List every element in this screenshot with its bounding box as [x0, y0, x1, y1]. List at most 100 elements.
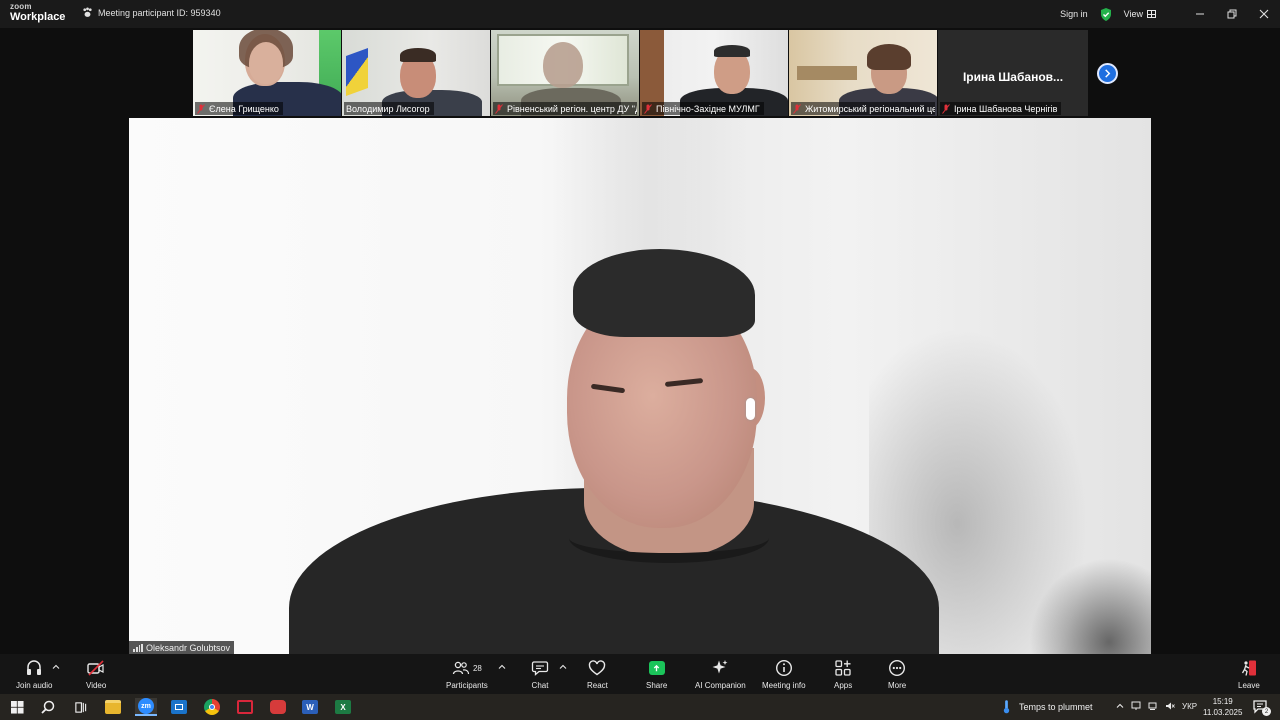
participants-button[interactable]: 28 Participants: [446, 658, 488, 690]
speaker-hair: [573, 249, 755, 337]
next-page-button[interactable]: [1097, 63, 1118, 84]
active-speaker-name-tag: Oleksandr Golubtsov: [129, 641, 235, 654]
earbud: [746, 398, 755, 420]
participant-face: [249, 42, 283, 84]
muted-mic-icon: [793, 103, 801, 114]
close-button[interactable]: [1248, 0, 1280, 28]
participant-name-tag: Житомирський регіональний це...: [791, 102, 935, 115]
participant-tile[interactable]: Ірина Шабанов... Ірина Шабанова Чернігів: [938, 30, 1088, 116]
participant-name: Рівненський регіон. центр ДУ "Д: [507, 103, 637, 114]
clock-date: 11.03.2025: [1203, 708, 1243, 717]
view-button[interactable]: View: [1124, 9, 1156, 19]
shield-check-icon[interactable]: [1100, 7, 1112, 21]
screenshot-icon: [237, 700, 253, 714]
restore-button[interactable]: [1216, 0, 1248, 28]
sparkle-icon: [712, 660, 728, 674]
share-label: Share: [646, 681, 668, 690]
start-button[interactable]: [8, 698, 26, 716]
view-label: View: [1123, 9, 1143, 19]
apps-button[interactable]: Apps: [834, 658, 852, 690]
participant-face: [543, 42, 583, 88]
apps-label: Apps: [834, 681, 853, 690]
meeting-info-label: Meeting info: [762, 681, 806, 690]
participant-name-tag: Володимир Лисогор: [344, 102, 434, 115]
participants-options-caret-icon[interactable]: [498, 663, 506, 671]
headphones-icon: [27, 660, 42, 675]
participant-tile[interactable]: Рівненський регіон. центр ДУ "Д: [491, 30, 639, 116]
taskbar-app-other[interactable]: [269, 698, 287, 716]
windows-logo-icon: [10, 700, 24, 714]
participant-name: Північно-Західне МУЛМГ: [656, 103, 760, 114]
logo-zoom-text: zoom: [10, 2, 32, 11]
taskbar-app-outlook[interactable]: [170, 698, 188, 716]
video-button[interactable]: Video: [86, 658, 106, 690]
search-button[interactable]: [39, 698, 57, 716]
thermometer-icon: [1003, 700, 1010, 714]
minimize-button[interactable]: [1184, 0, 1216, 28]
participant-hair: [714, 45, 750, 57]
participants-label: Participants: [446, 681, 488, 690]
participant-tile[interactable]: Володимир Лисогор: [342, 30, 490, 116]
show-hidden-icons-chevron-icon[interactable]: [1116, 702, 1124, 710]
meeting-id[interactable]: Meeting participant ID: 959340: [82, 7, 221, 18]
outlook-icon: [171, 700, 187, 714]
participant-hair: [400, 48, 436, 62]
join-audio-label: Join audio: [16, 681, 53, 690]
chat-button[interactable]: Chat: [531, 658, 549, 690]
join-audio-button[interactable]: Join audio: [16, 658, 52, 690]
input-language[interactable]: УКР: [1182, 702, 1197, 711]
weather-text: Temps to plummet: [1019, 701, 1093, 712]
notification-count-badge: 2: [1262, 707, 1271, 716]
taskbar-app-file-explorer[interactable]: [104, 698, 122, 716]
network-icon[interactable]: [1148, 701, 1158, 711]
more-button[interactable]: More: [888, 658, 906, 690]
taskbar-app-zoom[interactable]: zm: [135, 698, 157, 716]
sign-in-link[interactable]: Sign in: [1060, 9, 1088, 19]
react-button[interactable]: React: [587, 658, 608, 690]
task-view-button[interactable]: [71, 698, 89, 716]
title-bar: zoom Workplace Meeting participant ID: 9…: [0, 0, 1280, 28]
participant-name-tag: Північно-Західне МУЛМГ: [642, 102, 764, 115]
signal-strength-icon: [133, 643, 143, 652]
react-label: React: [587, 681, 608, 690]
participant-name: Єлена Грищенко: [209, 103, 279, 114]
participant-tile[interactable]: Єлена Грищенко: [193, 30, 341, 116]
participants-count: 28: [472, 663, 482, 673]
system-tray: УКР: [1116, 701, 1197, 711]
participant-name-tag: Єлена Грищенко: [195, 102, 283, 115]
participant-tile[interactable]: Північно-Західне МУЛМГ: [640, 30, 788, 116]
flag-image: [346, 47, 368, 97]
chat-label: Chat: [531, 681, 549, 690]
zoom-app-icon: zm: [138, 698, 154, 714]
leave-button[interactable]: Leave: [1238, 658, 1260, 690]
share-screen-icon: [648, 661, 665, 675]
taskbar-app-word[interactable]: W: [301, 698, 319, 716]
close-icon: [1259, 9, 1269, 19]
device-icon[interactable]: [1131, 701, 1141, 711]
audio-options-caret-icon[interactable]: [52, 663, 60, 671]
notification-center-button[interactable]: 2: [1252, 699, 1271, 716]
windows-taskbar: zm W X Temps to plummet УКР 15:19 11.03.…: [0, 694, 1280, 720]
muted-mic-icon: [644, 103, 652, 114]
task-view-icon: [74, 701, 86, 713]
volume-muted-icon[interactable]: [1165, 701, 1175, 711]
chat-options-caret-icon[interactable]: [559, 663, 567, 671]
taskbar-app-screenshot[interactable]: [236, 698, 254, 716]
taskbar-app-excel[interactable]: X: [334, 698, 352, 716]
paw-icon: [83, 7, 92, 17]
ai-companion-button[interactable]: AI Companion: [695, 658, 746, 690]
meeting-info-button[interactable]: Meeting info: [762, 658, 806, 690]
participant-name: Володимир Лисогор: [346, 103, 430, 114]
taskbar-clock[interactable]: 15:19 11.03.2025: [1203, 696, 1242, 718]
share-button[interactable]: Share: [646, 658, 667, 690]
minimize-icon: [1196, 13, 1204, 15]
participant-tile[interactable]: Житомирський регіональний це...: [789, 30, 937, 116]
chat-icon: [531, 661, 549, 676]
taskbar-app-chrome[interactable]: [203, 698, 221, 716]
leave-label: Leave: [1238, 681, 1260, 690]
word-icon: W: [302, 700, 318, 714]
active-speaker-video[interactable]: [129, 118, 1151, 654]
weather-widget[interactable]: Temps to plummet: [1002, 699, 1093, 714]
restore-icon: [1227, 9, 1237, 19]
participant-name: Житомирський регіональний це...: [805, 103, 935, 114]
